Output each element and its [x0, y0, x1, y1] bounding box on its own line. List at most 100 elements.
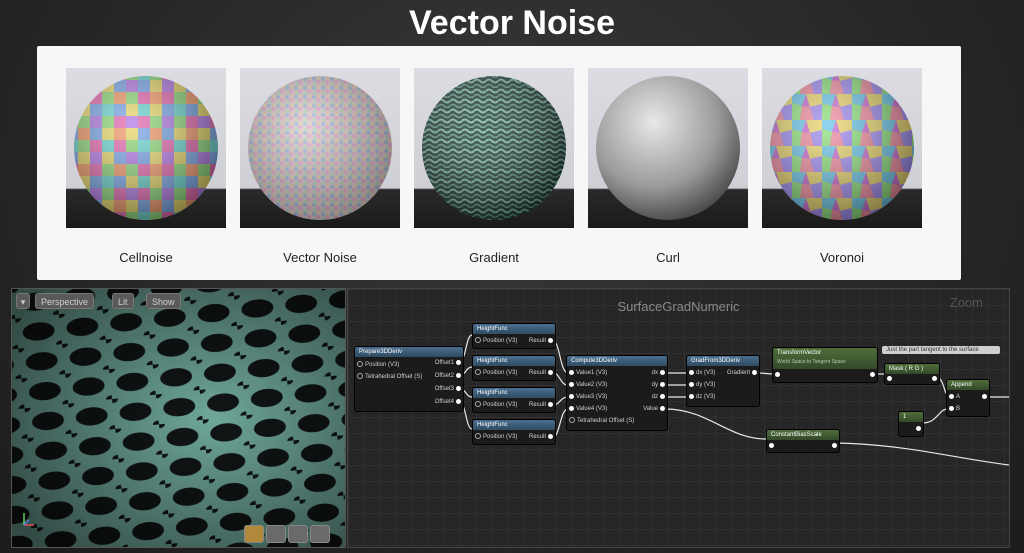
- pin-label: Offset3: [434, 386, 454, 392]
- perspective-label: Perspective: [41, 297, 89, 307]
- pin-label: A: [956, 394, 961, 400]
- pin-dz-output[interactable]: dz: [652, 392, 667, 402]
- pin-tetrahedral-offset-input[interactable]: Tetrahedral Offset (S): [567, 416, 634, 426]
- node-heightfunc-1[interactable]: HeightFunc Position (V3) Result: [472, 323, 556, 349]
- preview-shape-plane-button[interactable]: [266, 525, 286, 543]
- pin-result-output[interactable]: Result: [529, 368, 555, 378]
- pin-label: Offset4: [434, 399, 454, 405]
- material-preview-viewport[interactable]: ▾ Perspective Lit Show: [11, 288, 346, 548]
- show-label: Show: [152, 297, 175, 307]
- node-heightfunc-3[interactable]: HeightFunc Position (V3) Result: [472, 387, 556, 413]
- gradient-sphere-image: [414, 68, 574, 228]
- pin-dz-input[interactable]: dz (V3): [687, 392, 715, 402]
- pin-label: dy (V3): [696, 382, 716, 388]
- pin-label: Tetrahedral Offset (S): [365, 374, 423, 380]
- pin-value3-input[interactable]: Value3 (V3): [567, 392, 607, 402]
- pin-dy-output[interactable]: dy: [652, 380, 667, 390]
- pin-dx-output[interactable]: dx: [652, 368, 667, 378]
- pin-label: dy: [651, 382, 658, 388]
- node-title: Append: [947, 380, 989, 390]
- pin-label: Position (V3): [483, 338, 518, 344]
- preview-shape-cylinder-button[interactable]: [288, 525, 308, 543]
- voronoi-sphere-image: [762, 68, 922, 228]
- lit-button[interactable]: Lit: [112, 293, 134, 309]
- pin-label: dx: [651, 370, 658, 376]
- node-constantbiasscale[interactable]: ConstantBiasScale: [766, 429, 840, 453]
- pin-offset2-output[interactable]: Offset2: [435, 371, 463, 381]
- pin-position-input[interactable]: Position (V3): [355, 360, 399, 370]
- pin-offset1-output[interactable]: Offset1: [435, 358, 463, 368]
- pin-tetrahedral-offset-input[interactable]: Tetrahedral Offset (S): [355, 372, 422, 382]
- chevron-down-icon: ▾: [20, 297, 26, 307]
- pin-position-input[interactable]: Position (V3): [473, 368, 517, 378]
- node-title: 1: [899, 412, 923, 422]
- pin-dx-input[interactable]: dx (V3): [687, 368, 715, 378]
- pin-dy-input[interactable]: dy (V3): [687, 380, 715, 390]
- pin-result-output[interactable]: Result: [529, 432, 555, 442]
- pin-append-output[interactable]: [980, 392, 989, 402]
- node-title: HeightFunc: [473, 324, 555, 334]
- pin-bias-input[interactable]: [767, 441, 776, 451]
- pin-vector-input[interactable]: [773, 370, 782, 380]
- pin-vector-output[interactable]: [868, 370, 877, 380]
- pin-position-input[interactable]: Position (V3): [473, 400, 517, 410]
- pin-label: dx (V3): [696, 370, 716, 376]
- node-heightfunc-4[interactable]: HeightFunc Position (V3) Result: [472, 419, 556, 445]
- node-compute3dderiv[interactable]: Compute3DDeriv Value1 (V3) Value2 (V3) V…: [566, 355, 668, 431]
- pin-value4-input[interactable]: Value4 (V3): [567, 404, 607, 414]
- pin-label: Result: [528, 434, 546, 440]
- pin-label: Value2 (V3): [576, 382, 608, 388]
- pin-constant-output[interactable]: [914, 424, 923, 434]
- node-prepare3dderiv[interactable]: Prepare3DDeriv Position (V3) Tetrahedral…: [354, 346, 464, 412]
- node-mask-rg[interactable]: Mask ( R G ): [884, 363, 940, 385]
- preview-shape-cube-button[interactable]: [310, 525, 330, 543]
- node-title: GradFrom3DDeriv: [687, 356, 759, 366]
- pin-label: Gradient: [726, 370, 750, 376]
- pin-value1-input[interactable]: Value1 (V3): [567, 368, 607, 378]
- pin-label: Offset1: [434, 360, 454, 366]
- pin-offset4-output[interactable]: Offset4: [435, 397, 463, 407]
- pin-label: dz (V3): [696, 394, 716, 400]
- pin-value-output[interactable]: Value: [643, 404, 667, 414]
- lit-label: Lit: [118, 297, 128, 307]
- pin-value2-input[interactable]: Value2 (V3): [567, 380, 607, 390]
- noise-comparison-panel: Cellnoise Vector Noise Gradient Curl Vor…: [37, 46, 961, 280]
- node-title: Mask ( R G ): [885, 364, 939, 374]
- graph-comment[interactable]: Just the part tangent to the surface: [882, 346, 1000, 354]
- node-gradfrom3dderiv[interactable]: GradFrom3DDeriv dx (V3) dy (V3) dz (V3) …: [686, 355, 760, 407]
- perspective-button[interactable]: Perspective: [35, 293, 95, 309]
- show-button[interactable]: Show: [146, 293, 181, 309]
- pin-result-output[interactable]: Result: [529, 336, 555, 346]
- swatch-label-curl: Curl: [656, 250, 680, 265]
- axis-gizmo-icon: [20, 509, 36, 529]
- pin-a-input[interactable]: A: [947, 392, 960, 402]
- node-transformvector[interactable]: TransformVector World Space to Tangent S…: [772, 347, 878, 383]
- node-title: HeightFunc: [473, 388, 555, 398]
- pin-label: Position (V3): [365, 362, 400, 368]
- pin-b-input[interactable]: B: [947, 404, 960, 414]
- pin-bias-output[interactable]: [830, 441, 839, 451]
- pin-mask-input[interactable]: [885, 374, 894, 384]
- preview-shape-sphere-button[interactable]: [244, 525, 264, 543]
- node-title: HeightFunc: [473, 420, 555, 430]
- node-constant[interactable]: 1: [898, 411, 924, 437]
- pin-position-input[interactable]: Position (V3): [473, 336, 517, 346]
- pin-label: Tetrahedral Offset (S): [577, 418, 635, 424]
- pin-label: Position (V3): [483, 434, 518, 440]
- mesh-preview-image: [12, 289, 345, 547]
- swatch-label-cellnoise: Cellnoise: [119, 250, 173, 265]
- material-graph-editor[interactable]: SurfaceGradNumeric Zoom Prepare3DDeriv P: [347, 288, 1010, 548]
- swatch-label-gradient: Gradient: [469, 250, 519, 265]
- pin-result-output[interactable]: Result: [529, 400, 555, 410]
- swatch-label-vector-noise: Vector Noise: [283, 250, 357, 265]
- pin-label: Value: [643, 406, 658, 412]
- curl-sphere-image: [588, 68, 748, 228]
- pin-label: Value3 (V3): [576, 394, 608, 400]
- pin-mask-output[interactable]: [930, 374, 939, 384]
- pin-gradient-output[interactable]: Gradient: [727, 368, 759, 378]
- node-heightfunc-2[interactable]: HeightFunc Position (V3) Result: [472, 355, 556, 381]
- viewport-menu-button[interactable]: ▾: [16, 293, 30, 309]
- pin-position-input[interactable]: Position (V3): [473, 432, 517, 442]
- pin-offset3-output[interactable]: Offset3: [435, 384, 463, 394]
- node-append[interactable]: Append A B: [946, 379, 990, 417]
